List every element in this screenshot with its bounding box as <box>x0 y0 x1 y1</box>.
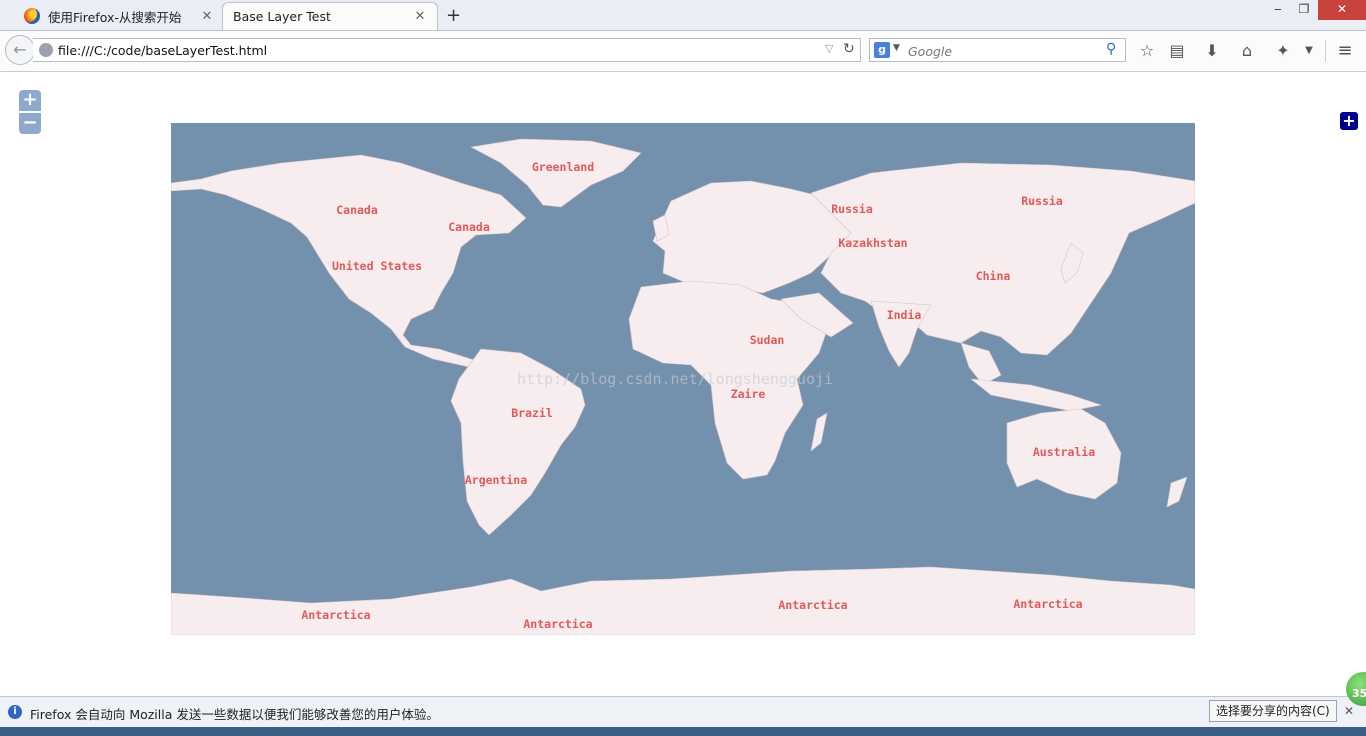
layer-switcher-button[interactable]: + <box>1340 112 1358 130</box>
label-australia: Australia <box>1033 445 1095 459</box>
label-russia-east: Russia <box>1021 194 1063 208</box>
tab-close-icon[interactable]: ✕ <box>200 9 214 24</box>
toolbar-separator <box>1325 40 1326 62</box>
label-canada-west: Canada <box>336 203 378 217</box>
menu-icon[interactable]: ≡ <box>1334 40 1356 62</box>
zoom-in-button[interactable]: + <box>19 90 41 111</box>
world-map-svg: http://blog.csdn.net/longshengguoji Gree… <box>171 123 1195 635</box>
search-icon[interactable]: ⚲ <box>1106 41 1116 57</box>
tab-base-layer-test[interactable]: Base Layer Test ✕ <box>222 2 438 30</box>
tab-firefox-start[interactable]: 使用Firefox-从搜索开始 ✕ <box>14 2 224 30</box>
home-icon[interactable]: ⌂ <box>1236 40 1258 62</box>
addon-dropdown-icon[interactable]: ▼ <box>1298 40 1320 62</box>
label-china: China <box>976 269 1011 283</box>
reading-list-icon[interactable]: ▤ <box>1166 40 1188 62</box>
notification-message: Firefox 会自动向 Mozilla 发送一些数据以便我们能够改善您的用户体… <box>30 707 439 722</box>
addon-icon[interactable]: ✦ <box>1272 40 1294 62</box>
windows-taskbar <box>0 727 1366 736</box>
reload-icon[interactable]: ↻ <box>843 41 855 57</box>
share-choice-button[interactable]: 选择要分享的内容(C) <box>1209 700 1337 722</box>
globe-icon <box>39 43 53 57</box>
label-antarctica-2: Antarctica <box>523 617 592 631</box>
label-kazakhstan: Kazakhstan <box>838 236 907 250</box>
url-text[interactable]: file:///C:/code/baseLayerTest.html <box>58 43 267 58</box>
navigation-bar: ← file:///C:/code/baseLayerTest.html ▽ ↻… <box>0 31 1366 72</box>
maximize-button[interactable]: ❐ <box>1290 0 1318 20</box>
back-button[interactable]: ← <box>5 35 35 65</box>
search-input[interactable] <box>906 40 1100 62</box>
url-history-dropdown-icon[interactable]: ▽ <box>825 42 833 55</box>
search-bar[interactable]: g ▼ ⚲ <box>869 38 1126 62</box>
google-icon[interactable]: g <box>874 42 890 58</box>
watermark-text: http://blog.csdn.net/longshengguoji <box>517 370 833 388</box>
label-antarctica-3: Antarctica <box>778 598 847 612</box>
label-antarctica-4: Antarctica <box>1013 597 1082 611</box>
url-bar[interactable]: file:///C:/code/baseLayerTest.html ▽ ↻ <box>33 38 861 62</box>
tab-label: Base Layer Test <box>233 9 331 24</box>
download-icon[interactable]: ⬇ <box>1201 40 1223 62</box>
tab-strip: 使用Firefox-从搜索开始 ✕ Base Layer Test ✕ + ‒ … <box>0 0 1366 31</box>
new-tab-button[interactable]: + <box>446 5 461 26</box>
info-icon: i <box>8 705 22 719</box>
world-map[interactable]: http://blog.csdn.net/longshengguoji Gree… <box>171 123 1195 635</box>
label-argentina: Argentina <box>465 473 527 487</box>
tab-label: 使用Firefox-从搜索开始 <box>48 9 182 25</box>
bookmark-star-icon[interactable]: ☆ <box>1136 40 1158 62</box>
label-united-states: United States <box>332 259 422 273</box>
notification-close-icon[interactable]: ✕ <box>1344 704 1354 718</box>
notification-bar: i Firefox 会自动向 Mozilla 发送一些数据以便我们能够改善您的用… <box>0 696 1366 727</box>
label-sudan: Sudan <box>750 333 785 347</box>
close-window-button[interactable]: ✕ <box>1318 0 1366 20</box>
label-russia-west: Russia <box>831 202 873 216</box>
label-zaire: Zaire <box>731 387 766 401</box>
search-engine-dropdown-icon[interactable]: ▼ <box>893 43 900 53</box>
label-antarctica-1: Antarctica <box>301 608 370 622</box>
minimize-button[interactable]: ‒ <box>1264 0 1292 20</box>
zoom-out-button[interactable]: − <box>19 113 41 134</box>
label-canada-east: Canada <box>448 220 490 234</box>
firefox-icon <box>24 8 40 24</box>
label-india: India <box>887 308 922 322</box>
back-arrow-icon: ← <box>13 40 27 59</box>
label-brazil: Brazil <box>511 406 553 420</box>
tab-close-icon[interactable]: ✕ <box>413 9 427 24</box>
label-greenland: Greenland <box>532 160 594 174</box>
